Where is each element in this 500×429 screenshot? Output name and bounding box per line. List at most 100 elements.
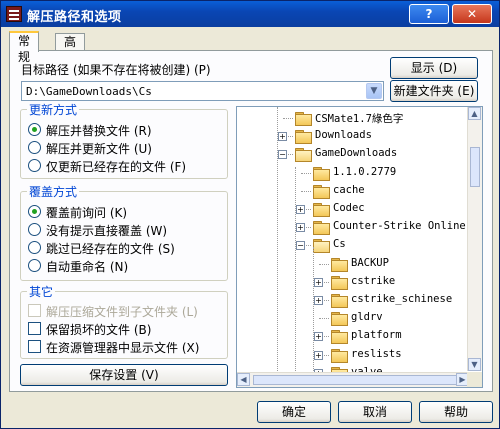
folder-icon: [313, 221, 330, 236]
window-title: 解压路径和选项: [27, 10, 122, 25]
folder-tree[interactable]: CSMate1.7綠色字 + Downloads − GameDownloads 1.1.…: [236, 106, 483, 388]
radio-button[interactable]: [28, 159, 41, 172]
overwrite-mode-title: 覆盖方式: [27, 183, 80, 200]
folder-icon: [331, 294, 348, 308]
folder-icon: [331, 348, 348, 363]
checkbox[interactable]: [28, 304, 41, 317]
tree-node[interactable]: + Counter-Strike Online: [237, 219, 467, 236]
checkbox[interactable]: [28, 322, 41, 335]
expand-icon[interactable]: +: [278, 132, 287, 142]
update-mode-title: 更新方式: [27, 101, 80, 118]
radio-button[interactable]: [28, 205, 41, 218]
new-folder-button[interactable]: 新建文件夹 (E): [390, 80, 478, 102]
tree-guide-line: [313, 247, 314, 387]
radio-label: 没有提示直接覆盖 (W): [46, 224, 168, 238]
horizontal-scrollbar[interactable]: ◀ ▶: [237, 372, 469, 387]
folder-icon: [313, 166, 330, 181]
destination-path-combo[interactable]: D:\GameDownloads\Cs ▼: [21, 81, 384, 101]
archive-icon: [6, 6, 22, 22]
tree-connector: [301, 190, 311, 192]
close-button[interactable]: ✕: [452, 4, 492, 24]
tab-advanced[interactable]: 高级: [55, 33, 86, 65]
tree-node[interactable]: + cstrike: [237, 274, 467, 291]
expand-icon[interactable]: +: [314, 350, 323, 360]
radio-label: 跳过已经存在的文件 (S): [46, 242, 175, 256]
tree-guide-line: [277, 107, 278, 387]
checkbox-label: 解压压缩文件到子文件夹 (L): [46, 305, 198, 319]
tree-node-label: cache: [333, 183, 365, 196]
help-title-button[interactable]: ?: [409, 4, 449, 24]
scroll-down-icon[interactable]: ▼: [468, 358, 481, 371]
expand-icon[interactable]: +: [296, 223, 305, 233]
expand-icon[interactable]: +: [314, 277, 323, 287]
checkbox-label: 在资源管理器中显示文件 (X): [46, 341, 200, 355]
expand-icon[interactable]: +: [314, 296, 323, 305]
tree-node-label: platform: [351, 329, 402, 342]
save-settings-button[interactable]: 保存设置 (V): [20, 364, 228, 386]
radio-label: 仅更新已经存在的文件 (F): [46, 160, 187, 174]
chevron-down-icon[interactable]: ▼: [366, 83, 382, 99]
folder-icon: [295, 112, 312, 126]
tree-node[interactable]: CSMate1.7綠色字: [237, 110, 467, 127]
tree-node-label: Downloads: [315, 129, 372, 142]
folder-icon: [331, 275, 348, 290]
tree-node[interactable]: + platform: [237, 328, 467, 345]
tree-node[interactable]: + Codec: [237, 201, 467, 218]
folder-icon: [331, 312, 348, 327]
radio-button[interactable]: [28, 259, 41, 272]
tree-connector: [319, 263, 329, 265]
tree-guide-line: [295, 167, 296, 387]
folder-icon: [331, 257, 348, 272]
show-button[interactable]: 显示 (D): [390, 57, 478, 79]
expand-icon[interactable]: +: [314, 387, 323, 388]
folder-open-icon: [313, 239, 330, 254]
tree-node[interactable]: − Cs: [237, 237, 467, 254]
tree-node-label: GameDownloads: [315, 147, 398, 160]
destination-path-value: D:\GameDownloads\Cs: [26, 85, 152, 98]
radio-button[interactable]: [28, 223, 41, 236]
tree-node[interactable]: + cstrike_schinese: [237, 292, 467, 309]
scroll-thumb[interactable]: [253, 375, 463, 385]
scroll-thumb[interactable]: [470, 147, 480, 187]
tree-node-label: Counter-Strike Online: [333, 220, 466, 233]
tree-node[interactable]: BACKUP: [237, 256, 467, 273]
tab-general[interactable]: 常规: [9, 31, 40, 64]
tree-node-label: reslists: [351, 347, 402, 360]
tree-node-label: CSMate1.7綠色字: [315, 113, 404, 125]
expand-icon[interactable]: +: [296, 205, 305, 214]
folder-icon: [313, 184, 330, 199]
tree-node[interactable]: cache: [237, 183, 467, 200]
tree-connector: [283, 118, 293, 119]
ok-button[interactable]: 确定: [257, 401, 331, 423]
extract-dialog: 解压路径和选项 ? ✕ 常规 高级 目标路径 (如果不存在将被创建) (P) D…: [0, 0, 500, 429]
cancel-button[interactable]: 取消: [338, 401, 412, 423]
radio-button[interactable]: [28, 141, 41, 154]
vertical-scrollbar[interactable]: ▲ ▼: [467, 107, 482, 371]
tree-node[interactable]: gldrv: [237, 310, 467, 327]
radio-button[interactable]: [28, 123, 41, 136]
radio-label: 覆盖前询问 (K): [46, 206, 128, 220]
tree-node-label: BACKUP: [351, 256, 389, 269]
collapse-icon[interactable]: −: [296, 241, 305, 251]
folder-open-icon: [295, 148, 312, 163]
scroll-up-icon[interactable]: ▲: [468, 107, 481, 120]
help-button[interactable]: 帮助: [419, 401, 493, 423]
scroll-corner: [467, 372, 482, 387]
radio-label: 解压并更新文件 (U): [46, 142, 152, 156]
tree-node[interactable]: + reslists: [237, 347, 467, 364]
title-bar[interactable]: 解压路径和选项 ? ✕: [1, 1, 499, 27]
scroll-left-icon[interactable]: ◀: [237, 373, 250, 386]
collapse-icon[interactable]: −: [278, 150, 287, 160]
update-mode-group: 更新方式 解压并替换文件 (R) 解压并更新文件 (U) 仅更新已经存在的文件 …: [20, 101, 228, 179]
tree-node[interactable]: + Downloads: [237, 128, 467, 145]
folder-icon: [295, 130, 312, 145]
expand-icon[interactable]: +: [314, 332, 323, 342]
tree-node-label: Codec: [333, 202, 365, 214]
radio-button[interactable]: [28, 241, 41, 254]
radio-label: 自动重命名 (N): [46, 260, 129, 274]
tree-node[interactable]: 1.1.0.2779: [237, 165, 467, 182]
tree-node[interactable]: − GameDownloads: [237, 146, 467, 163]
tree-node-label: gldrv: [351, 311, 383, 324]
checkbox[interactable]: [28, 340, 41, 353]
misc-options-title: 其它: [27, 283, 56, 300]
